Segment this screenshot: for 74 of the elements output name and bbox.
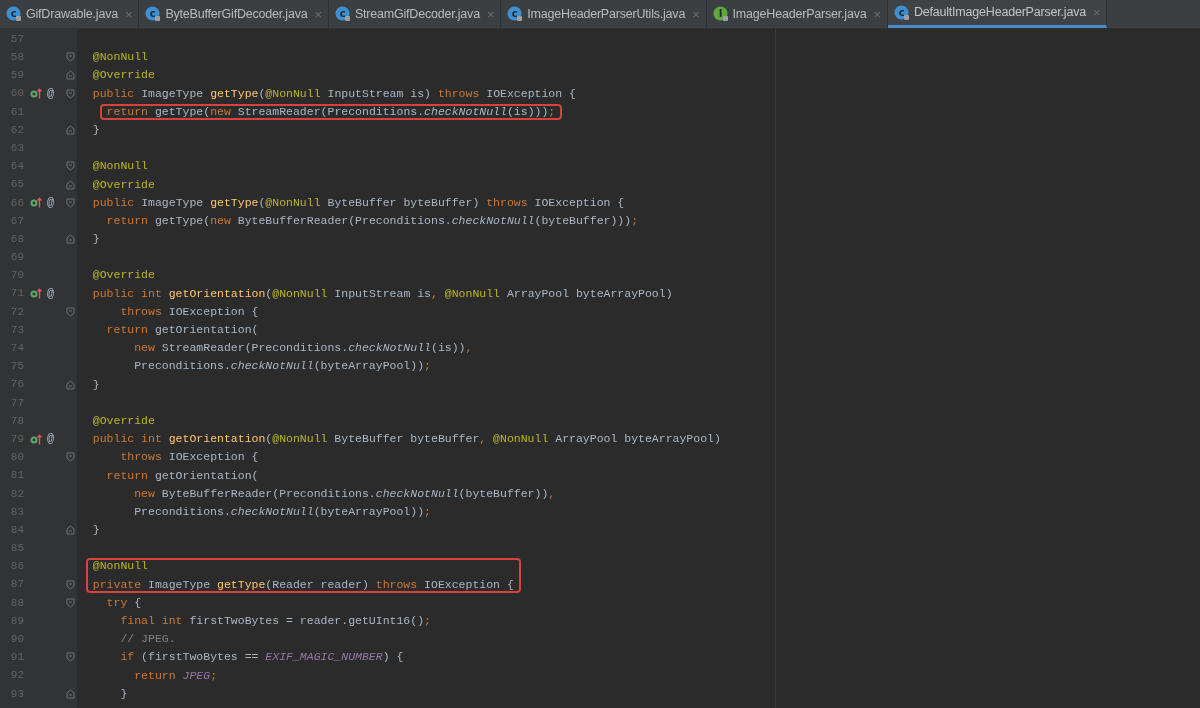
fold-marker-icon[interactable] <box>66 161 75 172</box>
editor-tab[interactable]: c StreamGifDecoder.java × <box>328 0 502 28</box>
editor-tab[interactable]: c GifDrawable.java × <box>0 0 140 28</box>
code-line: } <box>91 231 100 248</box>
tab-label: ImageHeaderParserUtils.java <box>527 5 686 23</box>
code-line: @Override <box>91 67 155 84</box>
tab-label: StreamGifDecoder.java <box>354 5 480 23</box>
code-line: try { <box>105 594 142 611</box>
code-line: @Override <box>91 267 155 284</box>
fold-marker-icon[interactable] <box>66 452 75 463</box>
class-file-icon: c <box>145 6 162 22</box>
annotation-marker[interactable]: @ <box>47 287 55 300</box>
code-line: } <box>119 685 128 702</box>
tab-label: ByteBufferGifDecoder.java <box>165 5 308 23</box>
code-line: // JPEG. <box>119 631 176 648</box>
fold-marker-icon[interactable] <box>66 688 75 699</box>
tab-label: DefaultImageHeaderParser.java <box>913 4 1086 22</box>
fold-marker-icon[interactable] <box>66 52 75 63</box>
code-line: throws IOException { <box>119 303 259 320</box>
tab-label: ImageHeaderParser.java <box>732 5 867 23</box>
code-line: return getType(new StreamReader(Preconditions.checkNotNull(is))); <box>106 103 556 120</box>
override-marker-icon[interactable] <box>30 88 42 100</box>
fold-marker-icon[interactable] <box>66 179 75 190</box>
fold-marker-icon[interactable] <box>66 379 75 390</box>
fold-marker-icon[interactable] <box>66 88 75 99</box>
code-line: public ImageType getType(@NonNull ByteBuffer byteBuffer) throws IOException { <box>91 194 625 211</box>
fold-marker-icon[interactable] <box>66 652 75 663</box>
code-line: if (firstTwoBytes == EXIF_MAGIC_NUMBER) { <box>119 649 404 666</box>
code-line: new StreamReader(Preconditions.checkNotNull(is)), <box>133 340 473 357</box>
code-line: Preconditions.checkNotNull(byteArrayPool)); <box>133 358 431 375</box>
fold-marker-icon[interactable] <box>66 525 75 536</box>
class-file-icon: c <box>6 6 22 22</box>
interface-file-icon: I <box>712 6 729 22</box>
override-marker-icon[interactable] <box>30 197 42 209</box>
code-line: @Override <box>91 176 155 193</box>
fold-marker-icon[interactable] <box>66 597 75 608</box>
code-line: Preconditions.checkNotNull(byteArrayPool)); <box>133 503 431 520</box>
code-line: return getOrientation( <box>105 467 259 484</box>
tab-label: GifDrawable.java <box>26 5 118 23</box>
code-line: public int getOrientation(@NonNull ByteBuffer byteBuffer, @NonNull ArrayPool byteArrayPool) <box>91 431 721 448</box>
editor-tab[interactable]: c ImageHeaderParserUtils.java × <box>501 0 707 28</box>
code-line: return JPEG; <box>133 667 218 684</box>
code-line: @NonNull <box>92 558 148 575</box>
override-marker-icon[interactable] <box>30 288 42 300</box>
editor-tab[interactable]: I ImageHeaderParser.java × <box>706 0 888 28</box>
code-line: } <box>91 121 100 138</box>
code-line: @NonNull <box>91 158 148 175</box>
class-file-icon: c <box>893 4 910 21</box>
code-line: } <box>91 376 100 393</box>
code-line: private ImageType getType(Reader reader) throws IOException { <box>92 576 514 593</box>
class-file-icon: c <box>507 6 524 22</box>
code-line: public int getOrientation(@NonNull InputStream is, @NonNull ArrayPool byteArrayPool) <box>91 285 673 302</box>
annotation-marker[interactable]: @ <box>47 87 55 100</box>
fold-marker-icon[interactable] <box>66 579 75 590</box>
code-line: public ImageType getType(@NonNull InputStream is) throws IOException { <box>91 85 576 102</box>
code-line: } <box>91 522 100 539</box>
annotation-marker[interactable]: @ <box>47 433 55 446</box>
code-line: @Override <box>91 412 155 429</box>
code-line: return getOrientation( <box>105 322 259 338</box>
code-line: final int firstTwoBytes = reader.getUInt16(); <box>119 613 431 629</box>
code-line: return getType(new ByteBufferReader(Preconditions.checkNotNull(byteBuffer))); <box>105 212 639 229</box>
code-line: @NonNull <box>91 49 148 66</box>
fold-marker-icon[interactable] <box>66 125 75 136</box>
code-line: new ByteBufferReader(Preconditions.checkNotNull(byteBuffer)), <box>133 485 556 502</box>
code-line: throws IOException { <box>119 449 259 466</box>
editor-tab[interactable]: c DefaultImageHeaderParser.java × <box>887 0 1108 28</box>
fold-marker-icon[interactable] <box>66 306 75 317</box>
editor-tab[interactable]: c ByteBufferGifDecoder.java × <box>139 0 329 28</box>
annotation-marker[interactable]: @ <box>47 196 55 209</box>
override-marker-icon[interactable] <box>30 433 42 445</box>
class-file-icon: c <box>334 6 351 22</box>
fold-marker-icon[interactable] <box>66 70 75 81</box>
fold-marker-icon[interactable] <box>66 197 75 208</box>
fold-marker-icon[interactable] <box>66 234 75 245</box>
